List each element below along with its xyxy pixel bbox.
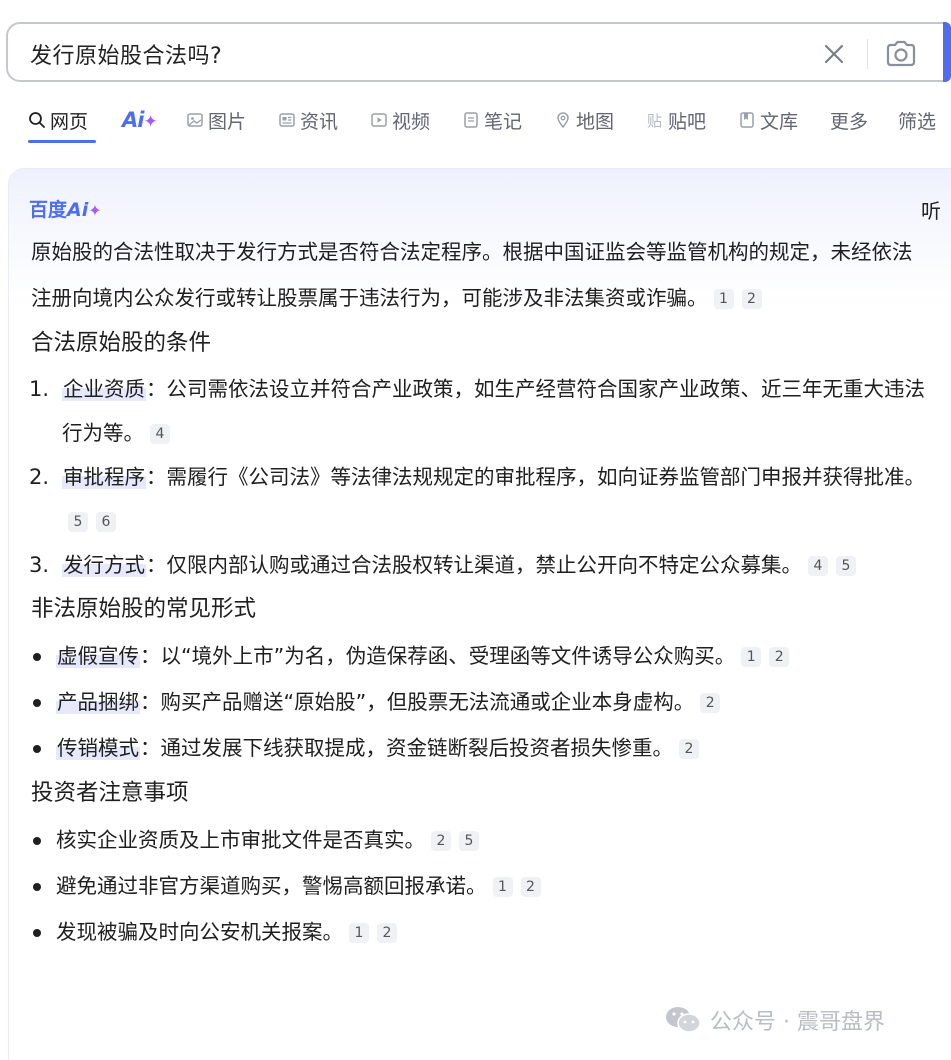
citation-badge[interactable]: 6 <box>96 512 116 532</box>
bullet <box>33 883 41 891</box>
section-heading: 合法原始股的条件 <box>31 330 212 356</box>
tab-label: 图片 <box>208 110 247 133</box>
tab-more[interactable]: 更多 <box>830 105 898 135</box>
list-item: 2. 审批程序：需履行《公司法》等法律法规规定的审批程序，如向证券监管部门申报并… <box>29 465 925 532</box>
watermark-text: 公众号 · 震哥盘界 <box>710 1010 885 1035</box>
search-box[interactable]: 发行原始股合法吗? <box>6 22 943 82</box>
citation-badge[interactable]: 4 <box>808 556 828 576</box>
search-tabs: 网页 Ai✦ 图片 资讯 视频 笔记 地图 贴 贴吧 文库 更多 筛选 <box>28 100 948 143</box>
baidu-ai-logo: 百度Ai✦ <box>29 199 102 221</box>
list-item: 发现被骗及时向公安机关报案。 1 2 <box>31 909 931 955</box>
bullet <box>33 699 41 707</box>
search-submit-button[interactable] <box>943 22 951 82</box>
citation-badge[interactable]: 2 <box>431 831 451 851</box>
listen-button[interactable]: 听 <box>921 195 941 224</box>
citation-badge[interactable]: 1 <box>492 877 513 897</box>
bullet <box>33 837 41 845</box>
citation-badge[interactable]: 2 <box>679 739 699 759</box>
list-item: 虚假宣传：以“境外上市”为名，伪造保荐函、受理函等文件诱导公众购买。 1 2 <box>31 633 931 679</box>
tieba-icon: 贴 <box>647 112 662 129</box>
tab-web[interactable]: 网页 <box>28 105 96 143</box>
list-item: 传销模式：通过发展下线获取提成，资金链断裂后投资者损失惨重。 2 <box>31 725 931 771</box>
video-icon <box>371 113 387 127</box>
divider <box>867 39 868 69</box>
ai-answer-card: 百度Ai✦ 听 原始股的合法性取决于发行方式是否符合法定程序。根据中国证监会等监… <box>8 168 951 1060</box>
wechat-watermark: 公众号 · 震哥盘界 <box>664 1004 885 1036</box>
ai-logo: Ai✦ <box>122 108 158 132</box>
tab-wenku[interactable]: 文库 <box>738 105 830 135</box>
citation-badge[interactable]: 4 <box>150 424 170 444</box>
svg-text:贴: 贴 <box>647 112 662 129</box>
citation-badge[interactable]: 2 <box>741 289 762 309</box>
citation-badge[interactable]: 1 <box>349 923 369 943</box>
keyword[interactable]: 产品捆绑 <box>56 690 140 714</box>
citation-badge[interactable]: 2 <box>377 923 397 943</box>
search-input[interactable]: 发行原始股合法吗? <box>30 38 222 70</box>
list-item: 避免通过非官方渠道购买，警惕高额回报承诺。 1 2 <box>31 863 931 909</box>
citation-badge[interactable]: 5 <box>68 512 88 532</box>
list-item: 1. 企业资质：公司需依法设立并符合产业政策，如生产经营符合国家产业政策、近三年… <box>29 377 925 445</box>
tab-label: 文库 <box>760 110 799 133</box>
keyword[interactable]: 企业资质 <box>62 377 146 401</box>
bullet <box>33 745 41 753</box>
tab-label: 资讯 <box>300 110 339 133</box>
search-icon <box>29 112 45 128</box>
ai-card-header: 百度Ai✦ <box>29 195 102 222</box>
citation-badge[interactable]: 5 <box>459 831 479 851</box>
tab-label: 视频 <box>392 110 431 133</box>
tab-tieba[interactable]: 贴 贴吧 <box>646 105 738 135</box>
citation-badge[interactable]: 2 <box>520 877 541 897</box>
keyword[interactable]: 发行方式 <box>62 553 146 577</box>
citation-badge[interactable]: 1 <box>713 289 734 309</box>
ai-answer-content: 原始股的合法性取决于发行方式是否符合法定程序。根据中国证监会等监管机构的规定，未… <box>29 229 931 955</box>
section-heading: 非法原始股的常见形式 <box>31 596 257 622</box>
bullet <box>33 929 41 937</box>
tab-filter[interactable]: 筛选 <box>898 105 948 135</box>
tab-ai[interactable]: Ai✦ <box>122 105 186 135</box>
tab-label: 更多 <box>830 110 869 133</box>
tab-label: 网页 <box>50 110 89 133</box>
search-bar: 发行原始股合法吗? <box>6 22 951 82</box>
tab-notes[interactable]: 笔记 <box>462 105 554 135</box>
image-icon <box>187 113 203 127</box>
ai-star-icon: ✦ <box>143 112 157 132</box>
tab-label: 笔记 <box>484 110 523 133</box>
note-icon <box>464 112 478 128</box>
intro-paragraph: 原始股的合法性取决于发行方式是否符合法定程序。根据中国证监会等监管机构的规定，未… <box>31 240 913 310</box>
tab-video[interactable]: 视频 <box>370 105 462 135</box>
tab-images[interactable]: 图片 <box>186 105 278 135</box>
tab-news[interactable]: 资讯 <box>278 105 370 135</box>
keyword[interactable]: 传销模式 <box>56 736 140 760</box>
wenku-icon <box>740 112 754 128</box>
tab-label: 地图 <box>576 110 615 133</box>
keyword[interactable]: 虚假宣传 <box>56 644 140 668</box>
citation-badge[interactable]: 2 <box>769 647 790 667</box>
keyword[interactable]: 审批程序 <box>62 465 146 489</box>
camera-icon[interactable] <box>884 38 918 70</box>
close-icon[interactable] <box>820 40 848 68</box>
list-item: 3. 发行方式：仅限内部认购或通过合法股权转让渠道，禁止公开向不特定公众募集。 4… <box>29 543 931 587</box>
tab-map[interactable]: 地图 <box>554 105 646 135</box>
citation-badge[interactable]: 1 <box>741 647 762 667</box>
ai-star-icon: ✦ <box>88 201 102 220</box>
tab-label: 筛选 <box>898 110 937 133</box>
list-item: 产品捆绑：购买产品赠送“原始股”，但股票无法流通或企业本身虚构。 2 <box>31 679 931 725</box>
list-item: 核实企业资质及上市审批文件是否真实。 2 5 <box>31 817 931 863</box>
news-icon <box>279 113 295 127</box>
map-icon <box>557 112 569 129</box>
wechat-icon <box>666 1007 701 1033</box>
citation-badge[interactable]: 2 <box>700 693 721 713</box>
bullet <box>33 653 41 661</box>
citation-badge[interactable]: 5 <box>836 556 856 576</box>
tab-label: 贴吧 <box>668 110 707 133</box>
section-heading: 投资者注意事项 <box>31 780 189 806</box>
